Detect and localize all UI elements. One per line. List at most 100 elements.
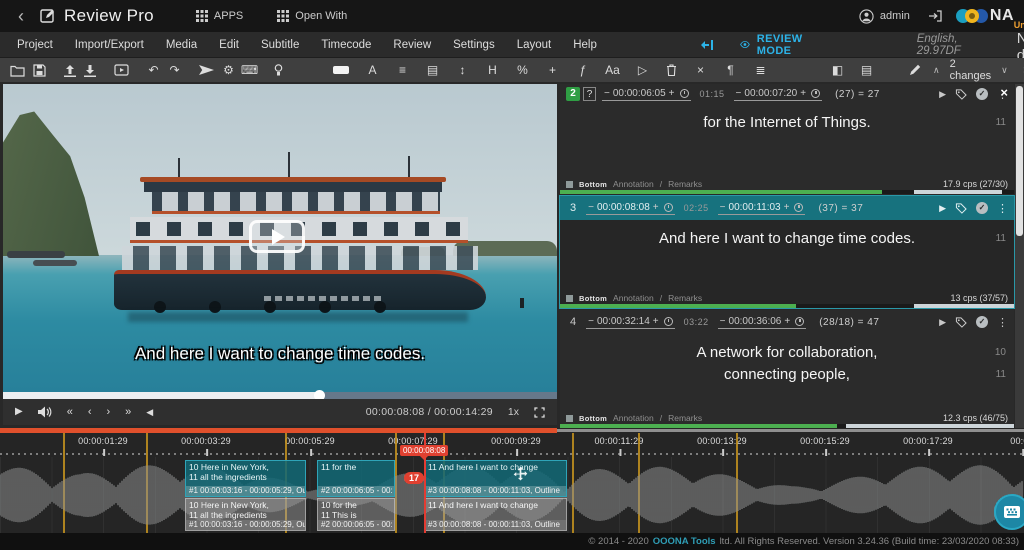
out-timecode[interactable]: 00:00:36:06 — [729, 316, 782, 327]
upload-icon[interactable] — [60, 64, 80, 77]
virtual-keyboard-button[interactable] — [994, 494, 1024, 530]
changes-count[interactable]: 2 changes — [950, 58, 992, 82]
timeline-block-1[interactable]: 10 Here in New York, 11 all the ingredie… — [185, 460, 306, 497]
subtitle-text[interactable]: for the Internet of Things. — [703, 114, 870, 131]
menu-media[interactable]: Media — [155, 39, 208, 51]
annotation-tab[interactable]: Annotation — [613, 413, 654, 423]
subtitle-row-3-active[interactable]: 3 − 00:00:08:08 + 02:25 − 00:00:11:03 + … — [560, 196, 1014, 308]
timeline-block-2-original[interactable]: 10 for the 11 This is #2 00:00:06:05 - 0… — [317, 498, 395, 531]
frame-back-button[interactable]: ‹ — [88, 399, 92, 425]
retime-icon[interactable] — [696, 39, 714, 51]
anchor-label[interactable]: Bottom — [579, 414, 607, 423]
clear-icon[interactable]: × — [690, 59, 711, 81]
minus-button[interactable]: − — [588, 202, 594, 213]
apps-button[interactable]: APPS — [196, 10, 243, 22]
in-timecode[interactable]: 00:00:06:05 — [613, 88, 666, 99]
subtitle-text-area[interactable]: A network for collaboration,10 connectin… — [560, 334, 1014, 412]
plus-button[interactable]: + — [800, 88, 806, 99]
plus-button[interactable]: + — [669, 88, 675, 99]
review-mode-indicator[interactable]: REVIEW MODE — [740, 33, 809, 57]
play-subtitle-icon[interactable]: ▶ — [939, 317, 946, 328]
skip-end-button[interactable]: » — [125, 399, 131, 425]
remarks-tab[interactable]: Remarks — [668, 179, 702, 189]
clock-icon[interactable] — [664, 203, 673, 212]
video-icon[interactable] — [110, 64, 133, 76]
fullscreen-icon[interactable] — [534, 399, 545, 425]
menu-subtitle[interactable]: Subtitle — [250, 39, 310, 51]
open-with-button[interactable]: Open With — [277, 10, 347, 22]
menu-project[interactable]: Project — [6, 39, 64, 51]
out-timecode[interactable]: 00:00:07:20 — [744, 88, 797, 99]
playhead-timecode[interactable]: 00:00:08:08 — [400, 445, 448, 456]
minus-button[interactable]: − — [736, 88, 742, 99]
italic-icon[interactable]: ƒ — [572, 59, 593, 81]
minus-button[interactable]: − — [588, 316, 594, 327]
scrollbar-thumb[interactable] — [1016, 86, 1023, 236]
subtitle-box-icon[interactable] — [333, 66, 349, 74]
redo-icon[interactable]: ↷ — [164, 59, 185, 81]
volume-icon[interactable] — [38, 399, 52, 425]
play-subtitle-icon[interactable]: ▶ — [939, 89, 946, 100]
notes-icon[interactable]: ▤ — [856, 59, 877, 81]
align-block-icon[interactable]: ▤ — [422, 59, 443, 81]
download-icon[interactable] — [80, 64, 100, 77]
plus-button[interactable]: + — [784, 316, 790, 327]
tag-icon[interactable] — [955, 89, 967, 100]
out-timecode[interactable]: 00:00:11:03 — [729, 202, 781, 213]
subtitle-text[interactable]: And here I want to change time codes. — [659, 230, 915, 247]
panel-close-icon[interactable]: × — [1000, 85, 1008, 100]
playback-speed[interactable]: 1x — [508, 406, 519, 418]
menu-help[interactable]: Help — [562, 39, 608, 51]
dismiss-changes-icon[interactable]: × — [1016, 59, 1024, 81]
user-menu[interactable]: admin — [859, 9, 910, 24]
tag-icon[interactable] — [955, 317, 967, 328]
open-folder-icon[interactable] — [6, 64, 29, 77]
logout-icon[interactable] — [928, 9, 942, 23]
menu-settings[interactable]: Settings — [442, 39, 506, 51]
subtitle-text-area[interactable]: And here I want to change time codes.11 — [560, 220, 1014, 292]
play-from-icon[interactable]: ▷ — [632, 59, 653, 81]
clock-icon[interactable] — [795, 317, 804, 326]
timeline-block-3[interactable]: 11 And here I want to change #3 00:00:08… — [424, 460, 567, 497]
play-overlay-button[interactable] — [249, 220, 305, 253]
bulb-icon[interactable] — [270, 64, 287, 77]
video-seekbar[interactable] — [3, 392, 557, 399]
edit-pencil-icon[interactable] — [905, 64, 925, 76]
pilcrow-icon[interactable]: ¶ — [720, 59, 741, 81]
skip-start-button[interactable]: « — [67, 399, 73, 425]
send-icon[interactable] — [195, 64, 218, 76]
timeline-block-2[interactable]: 11 for the #2 00:00:06:05 - 00: — [317, 460, 395, 497]
approve-check-icon[interactable]: ✓ — [976, 316, 988, 328]
minus-button[interactable]: − — [720, 202, 726, 213]
timeline-block-3-original[interactable]: 11 And here I want to change #3 00:00:08… — [424, 498, 567, 531]
subtitle-text[interactable]: connecting people, — [724, 366, 850, 383]
timeline-block-1-original[interactable]: 10 Here in New York, 11 all the ingredie… — [185, 498, 306, 531]
plus-button[interactable]: + — [653, 316, 659, 327]
menu-layout[interactable]: Layout — [506, 39, 563, 51]
next-change-icon[interactable]: ∨ — [1001, 65, 1008, 76]
clock-icon[interactable] — [680, 89, 689, 98]
remarks-tab[interactable]: Remarks — [668, 293, 702, 303]
approve-check-icon[interactable]: ✓ — [976, 88, 988, 100]
position-grid-icon[interactable] — [566, 415, 573, 422]
menu-edit[interactable]: Edit — [208, 39, 250, 51]
plus-button[interactable]: + — [784, 202, 790, 213]
row-menu-icon[interactable]: ⋮ — [997, 316, 1008, 329]
remarks-tab[interactable]: Remarks — [668, 413, 702, 423]
subtitle-text-area[interactable]: for the Internet of Things.11 — [560, 104, 1014, 178]
case-icon[interactable]: Aa — [602, 59, 623, 81]
minus-button[interactable]: − — [720, 316, 726, 327]
play-subtitle-icon[interactable]: ▶ — [939, 203, 946, 214]
position-grid-icon[interactable] — [566, 295, 573, 302]
frame-forward-button[interactable]: › — [107, 399, 111, 425]
in-timecode[interactable]: 00:00:08:08 — [597, 202, 650, 213]
subtitle-text[interactable]: A network for collaboration, — [697, 344, 878, 361]
plus-button[interactable]: + — [653, 202, 659, 213]
minus-button[interactable]: − — [604, 88, 610, 99]
in-timecode[interactable]: 00:00:32:14 — [597, 316, 650, 327]
menu-import-export[interactable]: Import/Export — [64, 39, 155, 51]
anchor-label[interactable]: Bottom — [579, 294, 607, 303]
link-icon[interactable]: % — [512, 59, 533, 81]
annotation-tab[interactable]: Annotation — [613, 179, 654, 189]
undo-icon[interactable]: ↶ — [143, 59, 164, 81]
